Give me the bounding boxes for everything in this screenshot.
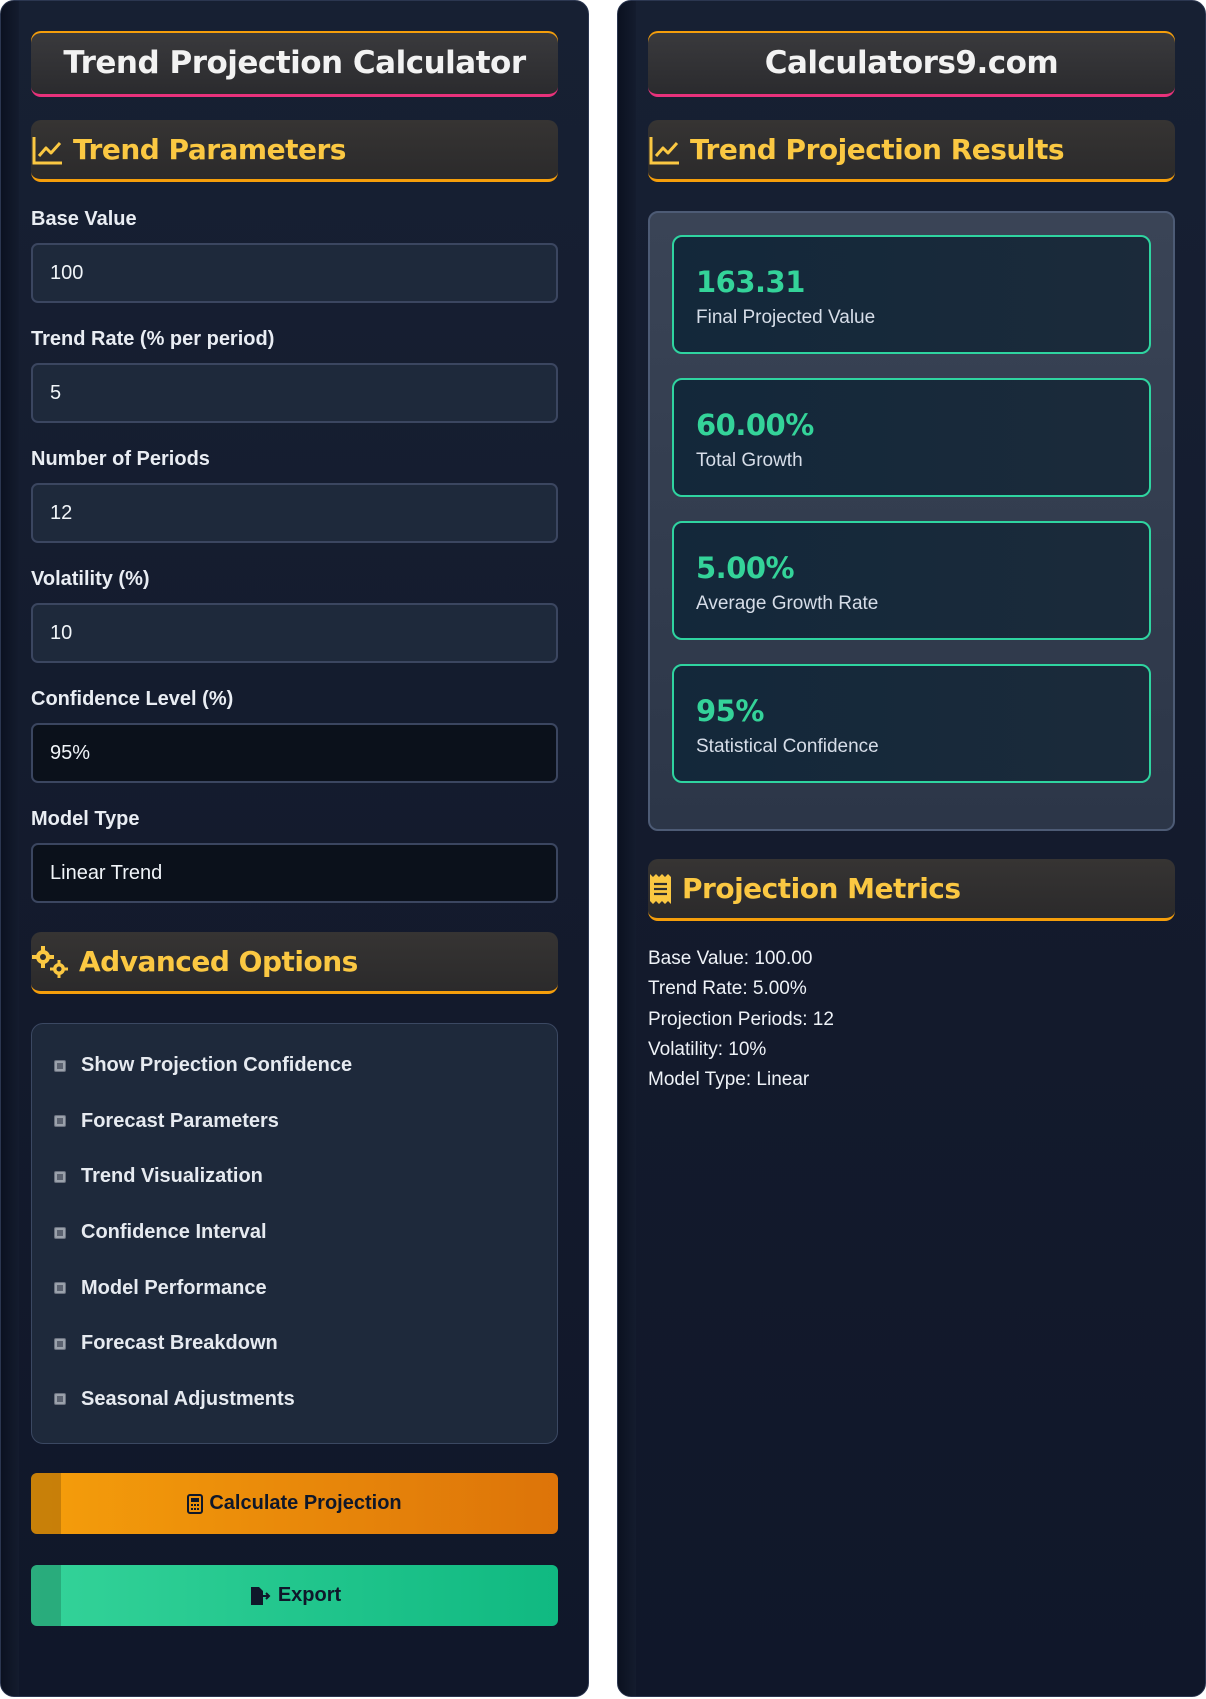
option-label: Forecast Parameters (81, 1109, 279, 1132)
option-trend-visualization[interactable]: Trend Visualization (54, 1149, 557, 1205)
results-heading: Trend Projection Results (690, 133, 1065, 166)
base-value-label: Base Value (31, 208, 137, 230)
average-growth-label: Average Growth Rate (696, 593, 879, 614)
option-label: Confidence Interval (81, 1221, 267, 1244)
confidence-level-label: Confidence Level (%) (31, 688, 234, 710)
gears-icon (32, 945, 68, 978)
total-growth-label: Total Growth (696, 450, 803, 471)
metric-model-type: Model Type: Linear (648, 1069, 810, 1091)
base-value-group: Base Value 100 (31, 208, 558, 303)
metrics-list: Base Value: 100.00 Trend Rate: 5.00% Pro… (648, 944, 1175, 1095)
base-value-input[interactable]: 100 (31, 243, 558, 303)
model-type-group: Model Type Linear Trend (31, 808, 558, 903)
final-projected-value-label: Final Projected Value (696, 307, 876, 328)
total-growth-value: 60.00% (696, 408, 814, 442)
metrics-header: Projection Metrics (648, 859, 1175, 921)
volatility-group: Volatility (%) 10 (31, 568, 558, 663)
confidence-level-group: Confidence Level (%) 95% (31, 688, 558, 783)
checkbox[interactable] (54, 1170, 66, 1183)
metrics-heading: Projection Metrics (682, 872, 961, 905)
periods-input[interactable]: 12 (31, 483, 558, 543)
parameter-fields: Base Value 100 Trend Rate (% per period)… (31, 208, 558, 903)
trend-rate-label: Trend Rate (% per period) (31, 328, 275, 350)
final-projected-value: 163.31 (696, 265, 805, 299)
statistical-confidence-label: Statistical Confidence (696, 736, 879, 757)
checkbox[interactable] (54, 1393, 66, 1406)
metric-volatility: Volatility: 10% (648, 1038, 767, 1060)
metric-projection-periods: Projection Periods: 12 (648, 1008, 834, 1030)
calculator-icon (187, 1493, 204, 1514)
metric-trend-rate: Trend Rate: 5.00% (648, 978, 807, 1000)
option-forecast-parameters[interactable]: Forecast Parameters (54, 1094, 557, 1150)
chart-line-icon (649, 136, 679, 164)
results-panel: Calculators9.com Trend Projection Result… (617, 0, 1206, 1697)
results-container: 163.31 Final Projected Value 60.00% Tota… (648, 211, 1175, 831)
result-card-final-value: 163.31 Final Projected Value (672, 235, 1151, 354)
calculate-projection-label: Calculate Projection (209, 1492, 402, 1514)
option-label: Model Performance (81, 1276, 267, 1299)
calculator-title-box: Trend Projection Calculator (31, 31, 558, 97)
periods-group: Number of Periods 12 (31, 448, 558, 543)
checkbox[interactable] (54, 1059, 66, 1072)
volatility-input[interactable]: 10 (31, 603, 558, 663)
export-label: Export (277, 1584, 342, 1606)
receipt-icon (650, 873, 671, 904)
calculator-panel: Trend Projection Calculator Trend Parame… (0, 0, 589, 1697)
option-model-performance[interactable]: Model Performance (54, 1260, 557, 1316)
model-type-label: Model Type (31, 808, 140, 830)
trend-parameters-heading: Trend Parameters (73, 133, 346, 166)
periods-label: Number of Periods (31, 448, 210, 470)
confidence-level-select[interactable]: 95% (31, 723, 558, 783)
advanced-options-heading: Advanced Options (79, 945, 358, 978)
option-label: Forecast Breakdown (81, 1332, 278, 1355)
result-card-average-growth: 5.00% Average Growth Rate (672, 521, 1151, 640)
average-growth-value: 5.00% (696, 551, 795, 585)
option-show-projection-confidence[interactable]: Show Projection Confidence (54, 1038, 557, 1094)
advanced-options-list: Show Projection Confidence Forecast Para… (31, 1023, 558, 1444)
page-title: Trend Projection Calculator (63, 44, 526, 81)
option-forecast-breakdown[interactable]: Forecast Breakdown (54, 1316, 557, 1372)
results-header: Trend Projection Results (648, 120, 1175, 182)
calculate-projection-button[interactable]: Calculate Projection (31, 1473, 558, 1534)
option-confidence-interval[interactable]: Confidence Interval (54, 1205, 557, 1261)
checkbox[interactable] (54, 1337, 66, 1350)
export-button[interactable]: Export (31, 1565, 558, 1626)
site-title[interactable]: Calculators9.com (765, 45, 1059, 81)
model-type-select[interactable]: Linear Trend (31, 843, 558, 903)
trend-rate-group: Trend Rate (% per period) 5 (31, 328, 558, 423)
trend-parameters-header: Trend Parameters (31, 120, 558, 182)
result-card-total-growth: 60.00% Total Growth (672, 378, 1151, 497)
option-label: Seasonal Adjustments (81, 1387, 295, 1410)
statistical-confidence-value: 95% (696, 694, 764, 728)
file-export-icon (250, 1586, 271, 1605)
metric-base-value: Base Value: 100.00 (648, 948, 813, 969)
advanced-options-header: Advanced Options (31, 932, 558, 994)
checkbox[interactable] (54, 1226, 66, 1239)
result-card-confidence: 95% Statistical Confidence (672, 664, 1151, 783)
volatility-label: Volatility (%) (31, 568, 150, 590)
checkbox[interactable] (54, 1115, 66, 1128)
chart-line-icon (32, 136, 62, 164)
trend-rate-input[interactable]: 5 (31, 363, 558, 423)
site-title-box: Calculators9.com (648, 31, 1175, 97)
option-label: Trend Visualization (81, 1165, 263, 1188)
checkbox[interactable] (54, 1282, 66, 1295)
option-label: Show Projection Confidence (81, 1054, 353, 1077)
option-seasonal-adjustments[interactable]: Seasonal Adjustments (54, 1372, 557, 1428)
